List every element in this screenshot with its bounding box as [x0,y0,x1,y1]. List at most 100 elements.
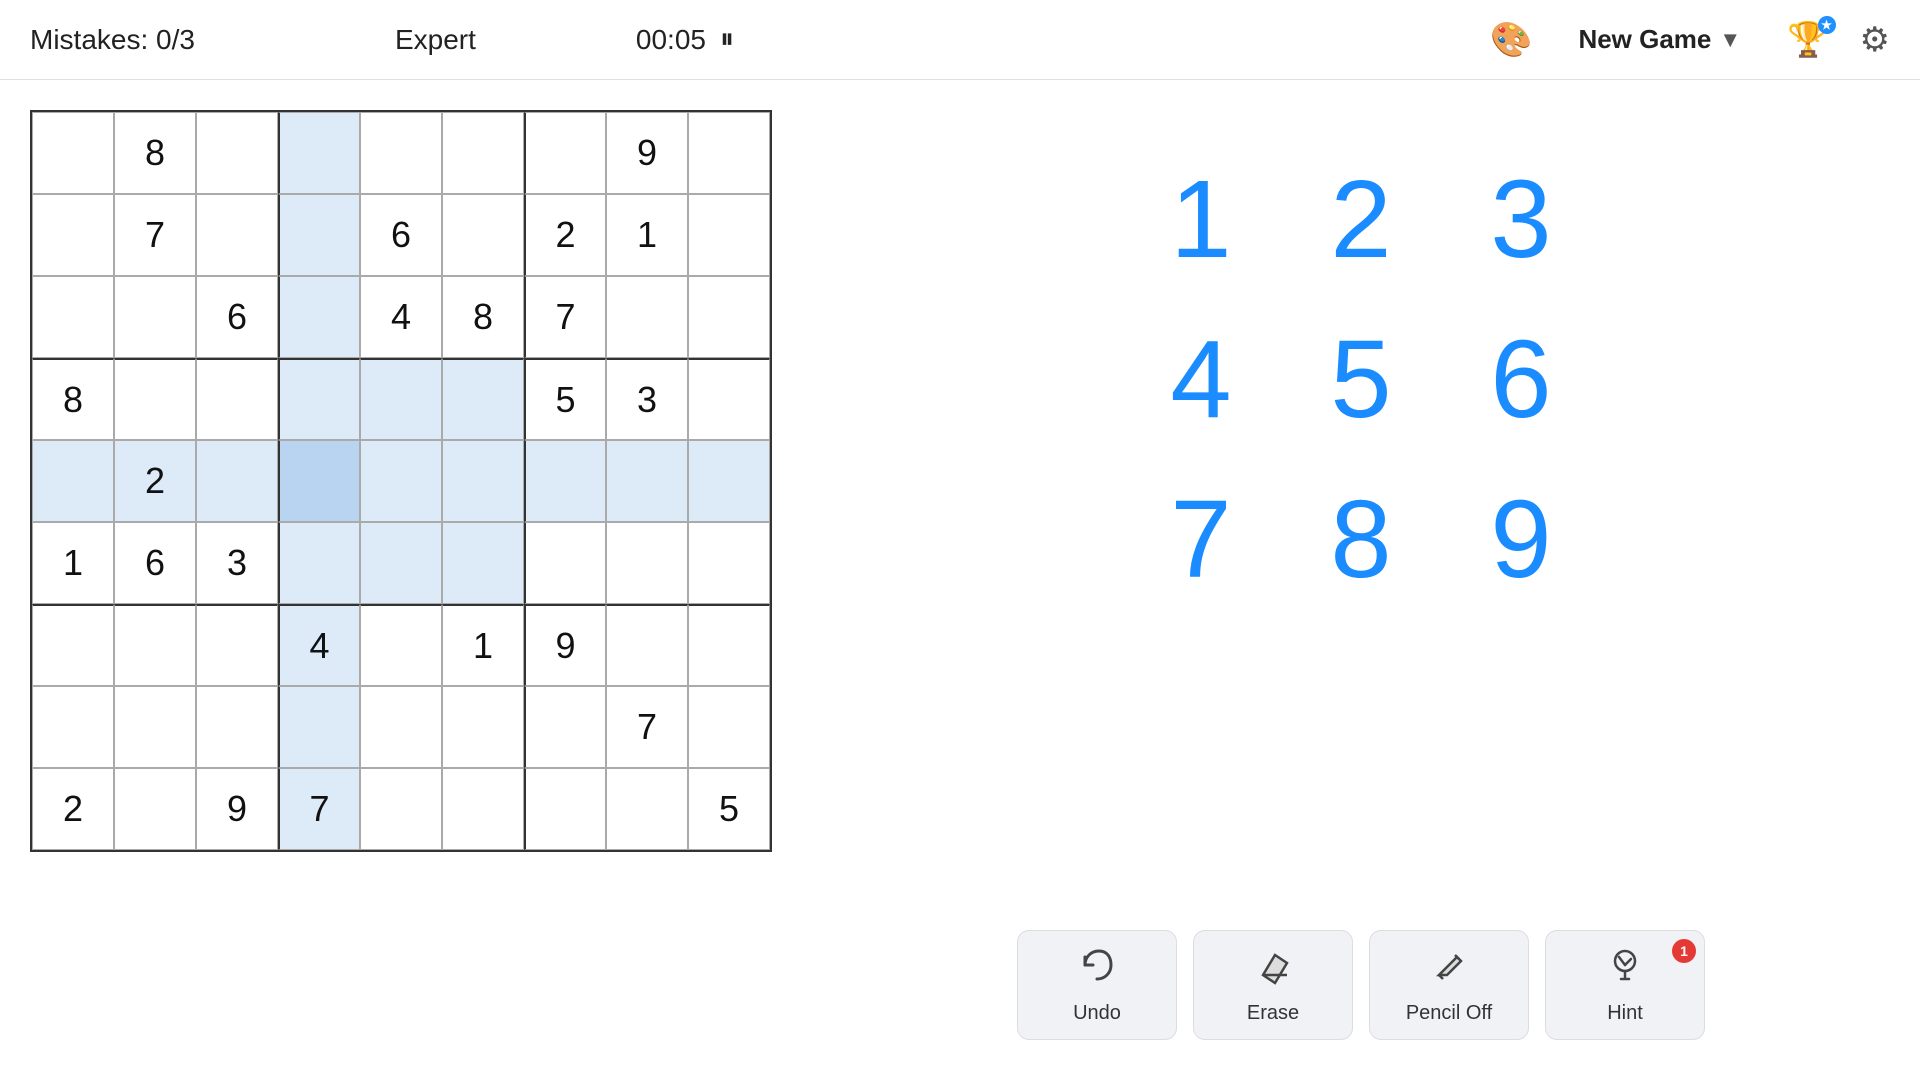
sudoku-cell[interactable] [32,440,114,522]
sudoku-cell[interactable] [32,112,114,194]
sudoku-cell[interactable] [278,440,360,522]
sudoku-cell[interactable] [442,440,524,522]
sudoku-cell[interactable] [688,112,770,194]
sudoku-cell[interactable] [606,440,688,522]
sudoku-cell[interactable] [360,768,442,850]
sudoku-cell[interactable]: 7 [524,276,606,358]
sudoku-cell[interactable] [196,604,278,686]
sudoku-cell[interactable] [32,686,114,768]
sudoku-cell[interactable] [606,768,688,850]
sudoku-cell[interactable] [606,604,688,686]
sudoku-cell[interactable]: 2 [32,768,114,850]
sudoku-cell[interactable] [688,686,770,768]
sudoku-cell[interactable] [688,358,770,440]
sudoku-cell[interactable] [278,112,360,194]
num-button-8[interactable]: 8 [1281,460,1441,620]
sudoku-cell[interactable]: 5 [688,768,770,850]
pause-icon[interactable]: ⏸ [720,23,734,56]
sudoku-cell[interactable] [360,522,442,604]
sudoku-cell[interactable]: 2 [524,194,606,276]
sudoku-cell[interactable] [524,686,606,768]
sudoku-cell[interactable]: 6 [196,276,278,358]
trophy-button[interactable]: 🏆 ★ [1787,20,1829,60]
sudoku-cell[interactable] [360,440,442,522]
num-button-3[interactable]: 3 [1441,140,1601,300]
sudoku-cell[interactable] [196,686,278,768]
sudoku-cell[interactable]: 7 [606,686,688,768]
sudoku-cell[interactable] [524,522,606,604]
sudoku-cell[interactable] [688,194,770,276]
sudoku-cell[interactable] [688,276,770,358]
sudoku-cell[interactable]: 3 [606,358,688,440]
sudoku-cell[interactable]: 7 [114,194,196,276]
sudoku-cell[interactable] [360,358,442,440]
sudoku-cell[interactable]: 9 [196,768,278,850]
main-content: 8976216487853216341972975 123456789 Undo… [0,80,1920,1080]
sudoku-cell[interactable] [114,768,196,850]
sudoku-cell[interactable]: 1 [32,522,114,604]
sudoku-cell[interactable]: 5 [524,358,606,440]
num-button-2[interactable]: 2 [1281,140,1441,300]
sudoku-cell[interactable] [114,358,196,440]
sudoku-cell[interactable] [524,440,606,522]
sudoku-cell[interactable] [360,112,442,194]
sudoku-cell[interactable]: 8 [442,276,524,358]
sudoku-cell[interactable] [688,604,770,686]
sudoku-cell[interactable] [196,358,278,440]
sudoku-cell[interactable] [278,358,360,440]
palette-button[interactable]: 🎨 [1490,20,1532,60]
settings-button[interactable]: ⚙ [1860,20,1890,60]
sudoku-cell[interactable] [278,276,360,358]
sudoku-cell[interactable]: 2 [114,440,196,522]
num-button-4[interactable]: 4 [1121,300,1281,460]
sudoku-cell[interactable]: 1 [606,194,688,276]
sudoku-cell[interactable]: 9 [606,112,688,194]
sudoku-cell[interactable]: 6 [114,522,196,604]
sudoku-cell[interactable]: 6 [360,194,442,276]
sudoku-cell[interactable] [442,112,524,194]
sudoku-cell[interactable] [688,522,770,604]
sudoku-cell[interactable] [114,604,196,686]
num-button-5[interactable]: 5 [1281,300,1441,460]
pencil-button[interactable]: Pencil Off [1369,930,1529,1040]
sudoku-cell[interactable]: 4 [278,604,360,686]
sudoku-cell[interactable] [688,440,770,522]
sudoku-cell[interactable]: 8 [114,112,196,194]
sudoku-cell[interactable] [278,522,360,604]
num-button-7[interactable]: 7 [1121,460,1281,620]
sudoku-cell[interactable] [360,604,442,686]
sudoku-cell[interactable] [360,686,442,768]
num-button-9[interactable]: 9 [1441,460,1601,620]
num-button-6[interactable]: 6 [1441,300,1601,460]
sudoku-cell[interactable]: 3 [196,522,278,604]
sudoku-cell[interactable]: 1 [442,604,524,686]
new-game-button[interactable]: New Game ▼ [1562,16,1757,63]
sudoku-cell[interactable] [196,440,278,522]
sudoku-cell[interactable] [524,768,606,850]
sudoku-cell[interactable] [278,686,360,768]
sudoku-cell[interactable] [278,194,360,276]
sudoku-cell[interactable] [442,358,524,440]
undo-button[interactable]: Undo [1017,930,1177,1040]
sudoku-cell[interactable] [32,604,114,686]
sudoku-cell[interactable] [196,194,278,276]
num-button-1[interactable]: 1 [1121,140,1281,300]
sudoku-cell[interactable] [442,768,524,850]
sudoku-cell[interactable] [114,276,196,358]
sudoku-cell[interactable] [606,276,688,358]
sudoku-cell[interactable] [196,112,278,194]
sudoku-cell[interactable]: 9 [524,604,606,686]
hint-button[interactable]: Hint1 [1545,930,1705,1040]
sudoku-cell[interactable] [606,522,688,604]
sudoku-cell[interactable] [32,194,114,276]
sudoku-cell[interactable] [32,276,114,358]
sudoku-cell[interactable]: 8 [32,358,114,440]
sudoku-cell[interactable] [524,112,606,194]
sudoku-cell[interactable] [442,686,524,768]
erase-button[interactable]: Erase [1193,930,1353,1040]
sudoku-cell[interactable] [442,194,524,276]
sudoku-cell[interactable]: 7 [278,768,360,850]
sudoku-cell[interactable]: 4 [360,276,442,358]
sudoku-cell[interactable] [114,686,196,768]
sudoku-cell[interactable] [442,522,524,604]
